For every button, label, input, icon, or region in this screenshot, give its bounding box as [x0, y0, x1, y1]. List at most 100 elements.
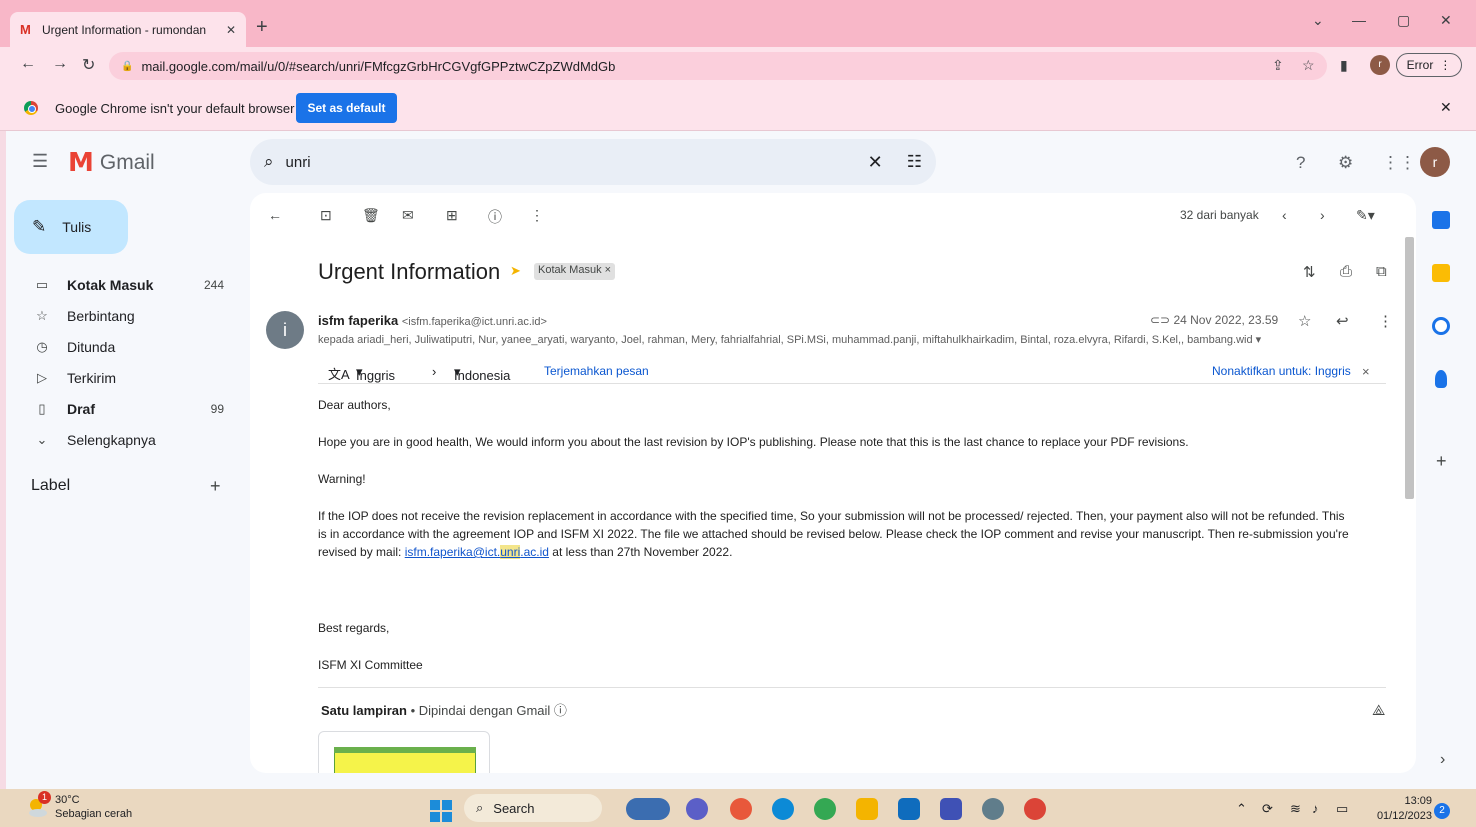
gmail-m-icon: M — [68, 148, 94, 178]
close-translate-icon[interactable]: × — [1362, 364, 1370, 379]
clear-search-icon[interactable]: ✕ — [868, 152, 883, 173]
scrollbar[interactable] — [1405, 237, 1414, 499]
sidebar-item-more[interactable]: ⌄ Selengkapnya — [6, 424, 238, 455]
compose-button[interactable]: ✎ Tulis — [14, 200, 128, 254]
sidebar-item-starred[interactable]: ☆ Berbintang — [6, 300, 238, 331]
reply-icon[interactable]: ↩ — [1336, 312, 1349, 330]
search-options-icon[interactable]: ☷ — [907, 152, 922, 172]
error-button[interactable]: Error ⋮ — [1396, 53, 1462, 77]
email-link[interactable]: isfm.faperika@ict.unri.ac.id — [405, 545, 549, 559]
info-icon[interactable]: ⓘ — [554, 703, 567, 718]
infobar-close-icon[interactable]: ✕ — [1440, 99, 1452, 116]
collapse-all-icon[interactable]: ⇅ — [1303, 263, 1316, 281]
sidebar-item-inbox[interactable]: ▭ Kotak Masuk 244 — [6, 269, 238, 300]
star-message-icon[interactable]: ☆ — [1298, 312, 1311, 330]
windows-start-icon[interactable] — [430, 800, 452, 822]
sidebar-item-drafts[interactable]: ▯ Draf 99 — [6, 393, 238, 424]
taskbar-clock[interactable]: 13:09 01/12/2023 — [1370, 794, 1432, 824]
address-bar[interactable]: 🔒 mail.google.com/mail/u/0/#search/unri/… — [109, 52, 1327, 80]
send-icon: ▷ — [37, 369, 47, 385]
restore-button[interactable]: ▢ — [1397, 12, 1410, 29]
chrome-icon[interactable] — [814, 798, 836, 820]
widgets-icon[interactable] — [626, 798, 670, 820]
help-icon[interactable]: ? — [1296, 153, 1305, 173]
add-label-icon[interactable]: + — [210, 476, 221, 497]
search-input[interactable] — [285, 153, 868, 171]
back-button[interactable]: ← — [20, 55, 36, 73]
forward-button[interactable]: → — [52, 55, 68, 73]
target-language-select[interactable]: Indonesia ▾ — [454, 364, 510, 383]
app-icon[interactable] — [982, 798, 1004, 820]
sidebar-item-snoozed[interactable]: ◷ Ditunda — [6, 331, 238, 362]
notification-badge[interactable]: 2 — [1434, 803, 1450, 819]
source-language-select[interactable]: Inggris ▾ — [356, 364, 395, 383]
app-icon[interactable] — [940, 798, 962, 820]
translate-message-link[interactable]: Terjemahkan pesan — [544, 364, 649, 378]
battery-icon[interactable]: ▭ — [1336, 801, 1348, 817]
message-more-icon[interactable]: ⋮ — [1378, 312, 1393, 330]
close-window-button[interactable]: ✕ — [1440, 12, 1452, 29]
profile-avatar[interactable]: r — [1370, 55, 1390, 75]
search-icon[interactable]: ⌕ — [264, 152, 274, 172]
share-icon[interactable]: ⇪ — [1272, 57, 1284, 74]
sidebar-item-count: 244 — [203, 277, 224, 292]
print-icon[interactable]: ⎙ — [1340, 263, 1352, 280]
firefox-icon[interactable] — [730, 798, 752, 820]
file-explorer-icon[interactable] — [856, 798, 878, 820]
mail-app-icon[interactable] — [898, 798, 920, 820]
set-default-button[interactable]: Set as default — [296, 93, 397, 123]
sidebar-item-sent[interactable]: ▷ Terkirim — [6, 362, 238, 393]
side-panel-icon[interactable]: ▮ — [1340, 57, 1348, 74]
calendar-icon[interactable] — [1432, 211, 1450, 229]
sender-name[interactable]: isfm faperika — [318, 313, 398, 328]
chevron-right-icon: › — [432, 364, 437, 379]
archive-icon[interactable]: ⊡ — [320, 207, 332, 224]
expand-side-panel-icon[interactable]: › — [1440, 751, 1445, 769]
reload-button[interactable]: ↻ — [82, 55, 95, 75]
inbox-label-chip[interactable]: Kotak Masuk × — [534, 263, 616, 280]
mark-unread-icon[interactable]: ✉ — [402, 207, 414, 224]
input-tools-icon[interactable]: ✎▾ — [1356, 207, 1375, 224]
wifi-icon[interactable]: ≋ — [1290, 801, 1301, 817]
gmail-logo[interactable]: M Gmail — [68, 148, 155, 178]
sidebar-item-label: Terkirim — [67, 369, 116, 386]
tab-close-icon[interactable]: ✕ — [226, 23, 236, 37]
teams-icon[interactable] — [686, 798, 708, 820]
back-to-list-icon[interactable]: ← — [268, 207, 282, 223]
more-actions-icon[interactable]: ⋮ — [530, 207, 544, 224]
tasks-icon[interactable] — [1432, 317, 1450, 335]
recipients-dropdown-icon[interactable]: ▾ — [1256, 334, 1262, 346]
older-chevron-icon[interactable]: › — [1320, 207, 1325, 223]
settings-gear-icon[interactable]: ⚙ — [1338, 153, 1353, 173]
volume-icon[interactable]: ♪ — [1312, 801, 1319, 816]
browser-tab[interactable]: M Urgent Information - rumondan ✕ — [10, 12, 246, 47]
new-tab-button[interactable]: + — [256, 16, 268, 39]
importance-marker-icon[interactable]: ➤ — [510, 263, 521, 279]
chrome-profile-icon[interactable] — [1024, 798, 1046, 820]
attachment-thumbnail[interactable] — [318, 731, 490, 773]
disable-translate-link[interactable]: Nonaktifkan untuk: Inggris — [1212, 364, 1351, 378]
sender-avatar[interactable]: i — [266, 311, 304, 349]
edge-icon[interactable] — [772, 798, 794, 820]
minimize-button[interactable]: — — [1352, 12, 1366, 28]
newer-chevron-icon[interactable]: ‹ — [1282, 207, 1287, 223]
recipients-line[interactable]: kepada ariadi_heri, Juliwatiputri, Nur, … — [318, 333, 1261, 346]
delete-icon[interactable]: 🗑 — [362, 207, 380, 224]
tray-app-icon[interactable]: ⟳ — [1262, 801, 1273, 817]
tray-overflow-icon[interactable]: ⌃ — [1236, 801, 1247, 817]
contacts-icon[interactable] — [1435, 370, 1447, 388]
open-new-window-icon[interactable]: ⧉ — [1376, 263, 1387, 280]
taskbar-search[interactable]: ⌕ Search — [464, 794, 602, 822]
tab-search-icon[interactable]: ⌄ — [1312, 12, 1324, 29]
sidebar-item-label: Ditunda — [67, 338, 116, 355]
move-to-icon[interactable]: ⊞ — [446, 207, 458, 224]
main-menu-icon[interactable]: ☰ — [32, 151, 48, 172]
account-avatar[interactable]: r — [1420, 147, 1450, 177]
get-addons-icon[interactable]: + — [1436, 451, 1447, 472]
remove-label-icon[interactable]: × — [605, 264, 611, 276]
add-to-drive-icon[interactable]: ⟁ — [1372, 702, 1385, 719]
gmail-favicon-icon: M — [20, 22, 31, 37]
keep-icon[interactable] — [1432, 264, 1450, 282]
bookmark-star-icon[interactable]: ☆ — [1302, 57, 1315, 74]
report-spam-icon[interactable]: ⓘ — [488, 207, 502, 227]
